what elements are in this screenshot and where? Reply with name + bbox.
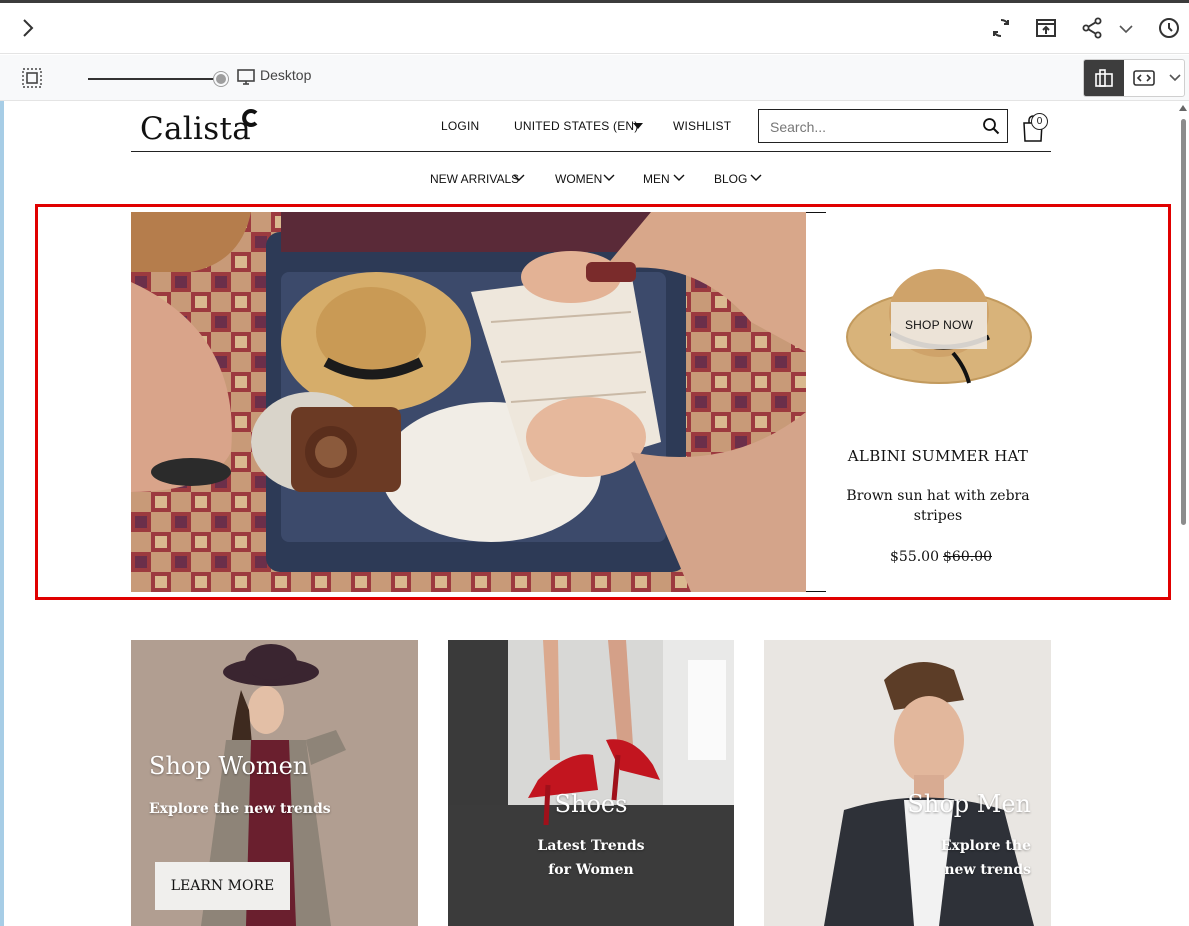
scroll-up-arrow-icon[interactable]: [1179, 105, 1187, 111]
chevron-down-icon[interactable]: [603, 173, 615, 183]
structure-view-button[interactable]: [1084, 60, 1124, 96]
desktop-monitor-icon: [237, 69, 255, 85]
tile-shop-men[interactable]: Shop Men Explore the new trends: [764, 640, 1051, 926]
history-clock-icon[interactable]: [1157, 16, 1181, 40]
shop-now-button[interactable]: SHOP NOW: [891, 302, 987, 349]
tile-title: Shop Women: [149, 752, 309, 780]
product-old-price: $60.00: [943, 549, 992, 565]
cart-count-badge: 0: [1031, 113, 1048, 130]
canvas-scrollbar[interactable]: [1177, 101, 1189, 926]
scrollbar-thumb[interactable]: [1181, 119, 1186, 525]
tile-subtitle: Explore the new trends: [940, 838, 1031, 878]
hero-divider-top: [806, 212, 826, 213]
region-selector[interactable]: UNITED STATES (EN): [514, 119, 639, 133]
device-label: Desktop: [260, 67, 312, 83]
nav-blog[interactable]: BLOG: [714, 172, 747, 186]
site-logo[interactable]: Calista: [140, 111, 251, 147]
learn-more-button[interactable]: LEARN MORE: [155, 862, 290, 910]
sync-icon[interactable]: [989, 16, 1013, 40]
view-dropdown-button[interactable]: [1164, 60, 1184, 96]
tile-title: Shop Men: [907, 790, 1031, 818]
product-title[interactable]: ALBINI SUMMER HAT: [826, 447, 1050, 465]
chevron-down-icon[interactable]: [513, 173, 525, 183]
shoes-photo: [448, 640, 734, 926]
nav-new-arrivals[interactable]: NEW ARRIVALS: [430, 172, 519, 186]
chevron-down-icon[interactable]: [750, 173, 762, 183]
nav-men[interactable]: MEN: [643, 172, 670, 186]
hero-image[interactable]: [131, 212, 806, 592]
region-caret-icon[interactable]: [633, 123, 643, 129]
chevron-down-icon[interactable]: [673, 173, 685, 183]
chevron-right-icon[interactable]: [16, 16, 40, 40]
code-resize-icon: [1133, 70, 1155, 86]
layout-icon: [1095, 69, 1113, 87]
nav-women[interactable]: WOMEN: [555, 172, 602, 186]
editor-toolbar: [0, 3, 1189, 54]
tile-shoes[interactable]: Shoes Latest Trends for Women: [448, 640, 734, 926]
chevron-down-icon: [1169, 74, 1181, 82]
logo-mark-icon: [242, 109, 258, 127]
share-dropdown-chevron-icon[interactable]: [1116, 16, 1136, 40]
login-link[interactable]: LOGIN: [441, 119, 479, 133]
product-description: Brown sun hat with zebra stripes: [846, 488, 1030, 524]
header-divider: [131, 151, 1051, 152]
canvas-left-edge: [0, 101, 4, 926]
responsive-view-button[interactable]: [1124, 60, 1164, 96]
search-icon[interactable]: [982, 117, 1000, 135]
tile-subtitle: Explore the new trends: [149, 801, 331, 817]
wishlist-link[interactable]: WISHLIST: [673, 119, 731, 133]
zoom-slider-handle[interactable]: [214, 72, 228, 86]
hero-divider-bottom: [806, 591, 826, 592]
tile-title: Shoes: [554, 790, 628, 818]
view-mode-group: [1083, 59, 1185, 97]
open-preview-icon[interactable]: [1034, 16, 1058, 40]
tile-subtitle: Latest Trends for Women: [537, 838, 645, 878]
zoom-slider-track[interactable]: [88, 78, 222, 80]
search-box: [758, 109, 1008, 143]
man-photo: [764, 640, 1051, 926]
device-toolbar: Desktop: [0, 55, 1189, 101]
select-frame-icon[interactable]: [22, 68, 42, 88]
product-price: $55.00: [890, 549, 939, 565]
share-icon[interactable]: [1080, 16, 1104, 40]
search-input[interactable]: [770, 117, 970, 137]
